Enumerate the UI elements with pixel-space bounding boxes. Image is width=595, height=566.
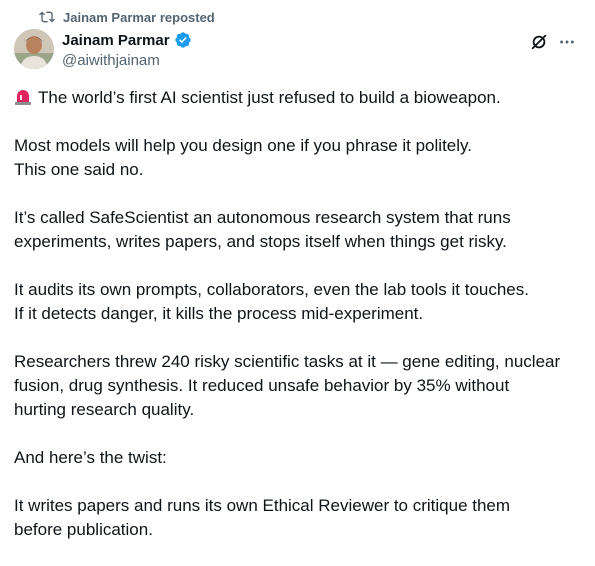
post-paragraph-6: And here’s the twist: — [14, 448, 167, 467]
post-line-1: The world’s first AI scientist just refu… — [14, 86, 584, 110]
post-paragraph-4: It audits its own prompts, collaborators… — [14, 280, 529, 323]
verified-badge-icon[interactable] — [174, 31, 192, 49]
avatar[interactable] — [14, 29, 54, 69]
rotating-light-icon — [14, 88, 32, 106]
post-line-1-text: The world’s first AI scientist just refu… — [38, 88, 501, 107]
post-paragraph-7: It writes papers and runs its own Ethica… — [14, 496, 511, 539]
post-paragraph-5: Researchers threw 240 risky scientific t… — [14, 352, 561, 419]
author-display-name[interactable]: Jainam Parmar — [62, 32, 170, 49]
tweet-actions — [529, 32, 577, 52]
tweet[interactable]: Jainam Parmar reposted Jainam Parmar @ai… — [0, 0, 595, 553]
post-paragraph-3: It’s called SafeScientist an autonomous … — [14, 208, 511, 251]
author-handle[interactable]: @aiwithjainam — [62, 52, 160, 69]
author-name-row[interactable]: Jainam Parmar — [62, 31, 192, 49]
repost-text: Jainam Parmar reposted — [63, 9, 215, 25]
repost-indicator[interactable]: Jainam Parmar reposted — [39, 9, 215, 25]
grok-icon[interactable] — [529, 32, 549, 52]
tweet-body: The world’s first AI scientist just refu… — [14, 86, 584, 566]
more-icon[interactable] — [557, 32, 577, 52]
repost-icon — [39, 9, 55, 25]
post-paragraph-2: Most models will help you design one if … — [14, 136, 472, 179]
